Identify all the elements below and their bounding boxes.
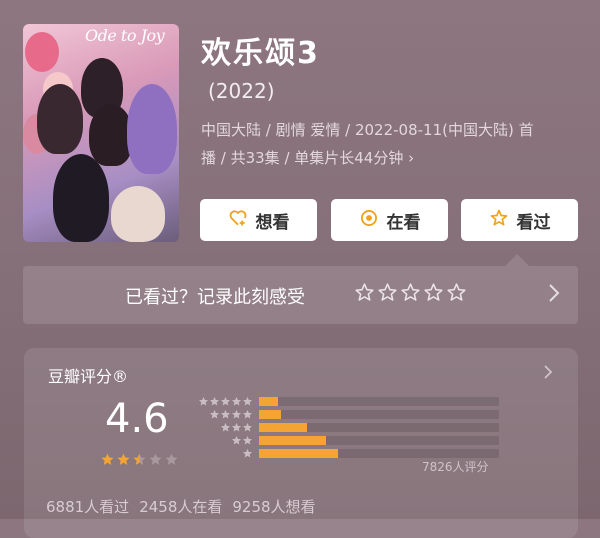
- rating-score: 4.6: [105, 396, 169, 442]
- star-outline-icon[interactable]: [423, 282, 444, 303]
- small-star-icon: [210, 397, 219, 406]
- rating-star-icon: [165, 453, 178, 465]
- distribution-bar: [259, 410, 281, 419]
- distribution-bar: [259, 449, 339, 458]
- distribution-track: [259, 436, 499, 445]
- bubble-pointer: [505, 254, 529, 266]
- distribution-stars: [197, 396, 253, 407]
- poster-balloon: [25, 32, 59, 72]
- review-star-selector[interactable]: [354, 282, 467, 303]
- watching-label: 在看: [386, 212, 421, 233]
- rating-stars: [100, 452, 179, 467]
- distribution-bar: [259, 397, 279, 406]
- rating-chevron-icon[interactable]: [543, 364, 553, 380]
- chevron-right-icon[interactable]: [547, 282, 561, 304]
- heart-plus-icon: [228, 208, 248, 233]
- distribution-track: [259, 397, 499, 406]
- watched-count[interactable]: 6881人看过: [46, 496, 129, 517]
- distribution-track: [259, 449, 499, 458]
- small-star-icon: [221, 423, 230, 432]
- distribution-bar: [259, 423, 307, 432]
- watched-button[interactable]: 看过: [461, 199, 578, 241]
- watching-button[interactable]: 在看: [331, 199, 448, 241]
- movie-title: 欢乐颂3: [201, 36, 320, 71]
- distribution-row: [197, 435, 499, 446]
- star-outline-icon[interactable]: [446, 282, 467, 303]
- rating-star-icon: [149, 453, 162, 465]
- distribution-track: [259, 410, 499, 419]
- small-star-icon: [243, 449, 252, 458]
- rating-star-icon: [101, 453, 114, 465]
- meta-chevron-icon: ›: [408, 149, 415, 167]
- small-star-icon: [221, 397, 230, 406]
- star-outline-icon: [489, 208, 509, 233]
- movie-year: (2022): [208, 79, 275, 103]
- distribution-stars: [197, 435, 253, 446]
- distribution-stars: [197, 422, 253, 433]
- small-star-icon: [243, 423, 252, 432]
- small-star-icon: [232, 410, 241, 419]
- review-prompt-text: 已看过？记录此刻感受: [125, 287, 305, 308]
- distribution-row: [197, 396, 499, 407]
- want-to-watch-label: 想看: [255, 212, 290, 233]
- star-outline-icon[interactable]: [377, 282, 398, 303]
- small-star-icon: [232, 423, 241, 432]
- rating-star-icon: [133, 453, 146, 465]
- small-star-icon: [199, 397, 208, 406]
- distribution-row: [197, 409, 499, 420]
- watched-label: 看过: [516, 212, 551, 233]
- poster-figure: [53, 154, 109, 242]
- rating-count[interactable]: 7826人评分: [422, 458, 489, 475]
- rating-title: 豆瓣评分®: [48, 367, 129, 386]
- poster-figure: [111, 186, 165, 242]
- poster-logo: Ode to Joy: [85, 26, 165, 45]
- distribution-stars: [197, 409, 253, 420]
- small-star-icon: [243, 397, 252, 406]
- target-circle-icon: [359, 208, 379, 233]
- meta-line-1: 中国大陆 / 剧情 爱情 / 2022-08-11(中国大陆) 首: [201, 121, 534, 139]
- want-count[interactable]: 9258人想看: [232, 496, 315, 517]
- small-star-icon: [232, 436, 241, 445]
- want-to-watch-button[interactable]: 想看: [200, 199, 317, 241]
- rating-star-icon: [117, 453, 130, 465]
- distribution-bar: [259, 436, 327, 445]
- distribution-stars: [197, 448, 253, 459]
- star-outline-icon[interactable]: [354, 282, 375, 303]
- watch-stats: 6881人看过 2458人在看 9258人想看: [46, 496, 316, 517]
- small-star-icon: [243, 436, 252, 445]
- poster-figure: [37, 84, 83, 154]
- distribution-row: [197, 448, 499, 459]
- distribution-track: [259, 423, 499, 432]
- star-outline-icon[interactable]: [400, 282, 421, 303]
- watching-count[interactable]: 2458人在看: [139, 496, 222, 517]
- small-star-icon: [232, 397, 241, 406]
- small-star-icon: [221, 410, 230, 419]
- small-star-icon: [243, 410, 252, 419]
- meta-line-2: 播 / 共33集 / 单集片长44分钟: [201, 149, 404, 167]
- small-star-icon: [210, 410, 219, 419]
- movie-meta[interactable]: 中国大陆 / 剧情 爱情 / 2022-08-11(中国大陆) 首 播 / 共3…: [201, 116, 581, 172]
- distribution-row: [197, 422, 499, 433]
- poster-image[interactable]: Ode to Joy: [23, 24, 179, 242]
- poster-figure: [127, 84, 177, 174]
